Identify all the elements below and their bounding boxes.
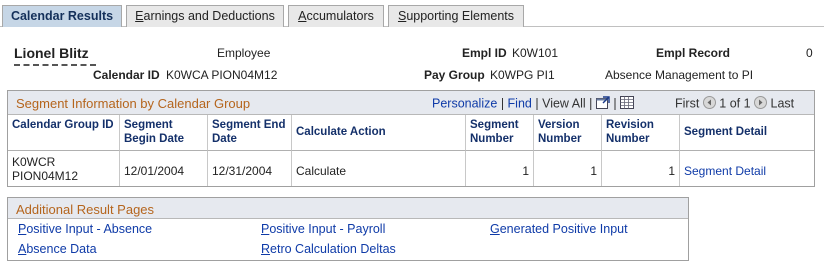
view-all-link[interactable]: View All <box>542 96 586 110</box>
tab-accumulators[interactable]: Accumulators <box>288 5 384 27</box>
tab-label-accesskey: E <box>135 9 144 23</box>
empl-id-value: K0W101 <box>512 46 559 60</box>
column-header-segment-detail[interactable]: Segment Detail <box>680 115 814 151</box>
link-accesskey: G <box>490 222 500 236</box>
tab-calendar-results[interactable]: Calendar Results <box>2 5 122 27</box>
positive-input-payroll-link[interactable]: Positive Input - Payroll <box>261 222 385 236</box>
employee-label: Employee <box>217 46 271 60</box>
link-label: etro Calculation Deltas <box>270 242 396 256</box>
cell-segment-number: 1 <box>466 151 534 186</box>
personalize-link[interactable]: Personalize <box>432 96 497 110</box>
separator: | <box>613 96 617 111</box>
empl-id-label: Empl ID <box>462 46 507 60</box>
tab-supporting-elements[interactable]: Supporting Elements <box>388 5 524 27</box>
separator: | <box>535 96 539 111</box>
segment-grid-header: Segment Information by Calendar Group Pe… <box>8 91 814 115</box>
cell-segment-end-date: 12/31/2004 <box>208 151 292 186</box>
cell-calendar-group-id: K0WCR PION04M12 <box>8 151 120 186</box>
column-header-segment-end-date[interactable]: Segment End Date <box>208 115 292 151</box>
tab-label: ccumulators <box>306 9 374 23</box>
grid-toolbar: Personalize | Find | View All | | <box>432 96 635 112</box>
column-header-calendar-group-id[interactable]: Calendar Group ID <box>8 115 120 151</box>
employee-name-underline <box>14 64 96 66</box>
column-header-calculate-action[interactable]: Calculate Action <box>292 115 466 151</box>
pay-group-description: Absence Management to PI <box>605 68 754 82</box>
link-label: ositive Input - Payroll <box>269 222 386 236</box>
additional-result-pages-header: Additional Result Pages <box>8 198 688 219</box>
empl-record-value: 0 <box>806 46 813 60</box>
segment-grid: Segment Information by Calendar Group Pe… <box>7 90 815 187</box>
cell-revision-number: 1 <box>602 151 680 186</box>
employee-name: Lionel Blitz <box>14 45 89 61</box>
link-accesskey: R <box>261 242 271 256</box>
tab-label: arnings and Deductions <box>143 9 275 23</box>
calendar-id-label: Calendar ID <box>93 68 160 82</box>
download-to-spreadsheet-icon[interactable] <box>620 96 635 112</box>
link-label: ositive Input - Absence <box>26 222 153 236</box>
column-header-segment-number[interactable]: Segment Number <box>466 115 534 151</box>
generated-positive-input-link[interactable]: Generated Positive Input <box>490 222 628 236</box>
column-header-version-number[interactable]: Version Number <box>534 115 602 151</box>
segment-detail-link[interactable]: Segment Detail <box>684 164 766 178</box>
segment-grid-title: Segment Information by Calendar Group <box>16 96 251 111</box>
separator: | <box>589 96 593 111</box>
pay-group-value: K0WPG PI1 <box>490 68 555 82</box>
view-in-new-window-icon[interactable] <box>595 96 610 112</box>
tab-earnings-and-deductions[interactable]: Earnings and Deductions <box>126 5 284 27</box>
column-header-revision-number[interactable]: Revision Number <box>602 115 680 151</box>
cell-calculate-action: Calculate <box>292 151 466 186</box>
column-header-segment-begin-date[interactable]: Segment Begin Date <box>120 115 208 151</box>
cell-segment-detail: Segment Detail <box>680 151 814 186</box>
absence-data-link[interactable]: Absence Data <box>18 242 97 256</box>
grid-pager: First 1 of 1 Last <box>675 96 794 112</box>
additional-result-pages-title: Additional Result Pages <box>16 202 155 217</box>
page-info: 1 of 1 <box>719 96 751 111</box>
pay-group-label: Pay Group <box>424 68 485 82</box>
cell-version-number: 1 <box>534 151 602 186</box>
previous-row-icon[interactable] <box>702 96 716 112</box>
next-row-icon[interactable] <box>754 96 768 112</box>
cell-segment-begin-date: 12/01/2004 <box>120 151 208 186</box>
last-label: Last <box>770 96 795 111</box>
retro-calculation-deltas-link[interactable]: Retro Calculation Deltas <box>261 242 396 256</box>
link-label: enerated Positive Input <box>499 222 628 236</box>
tab-label: upporting Elements <box>406 9 515 23</box>
link-label: bsence Data <box>26 242 97 256</box>
separator: | <box>500 96 505 111</box>
positive-input-absence-link[interactable]: Positive Input - Absence <box>18 222 152 236</box>
calendar-id-value: K0WCA PION04M12 <box>166 68 278 82</box>
find-link[interactable]: Find <box>508 96 532 110</box>
additional-result-pages: Additional Result Pages Positive Input -… <box>7 197 689 261</box>
empl-record-label: Empl Record <box>656 46 731 60</box>
first-label: First <box>675 96 700 111</box>
tab-bar: Calendar Results Earnings and Deductions… <box>0 5 824 27</box>
